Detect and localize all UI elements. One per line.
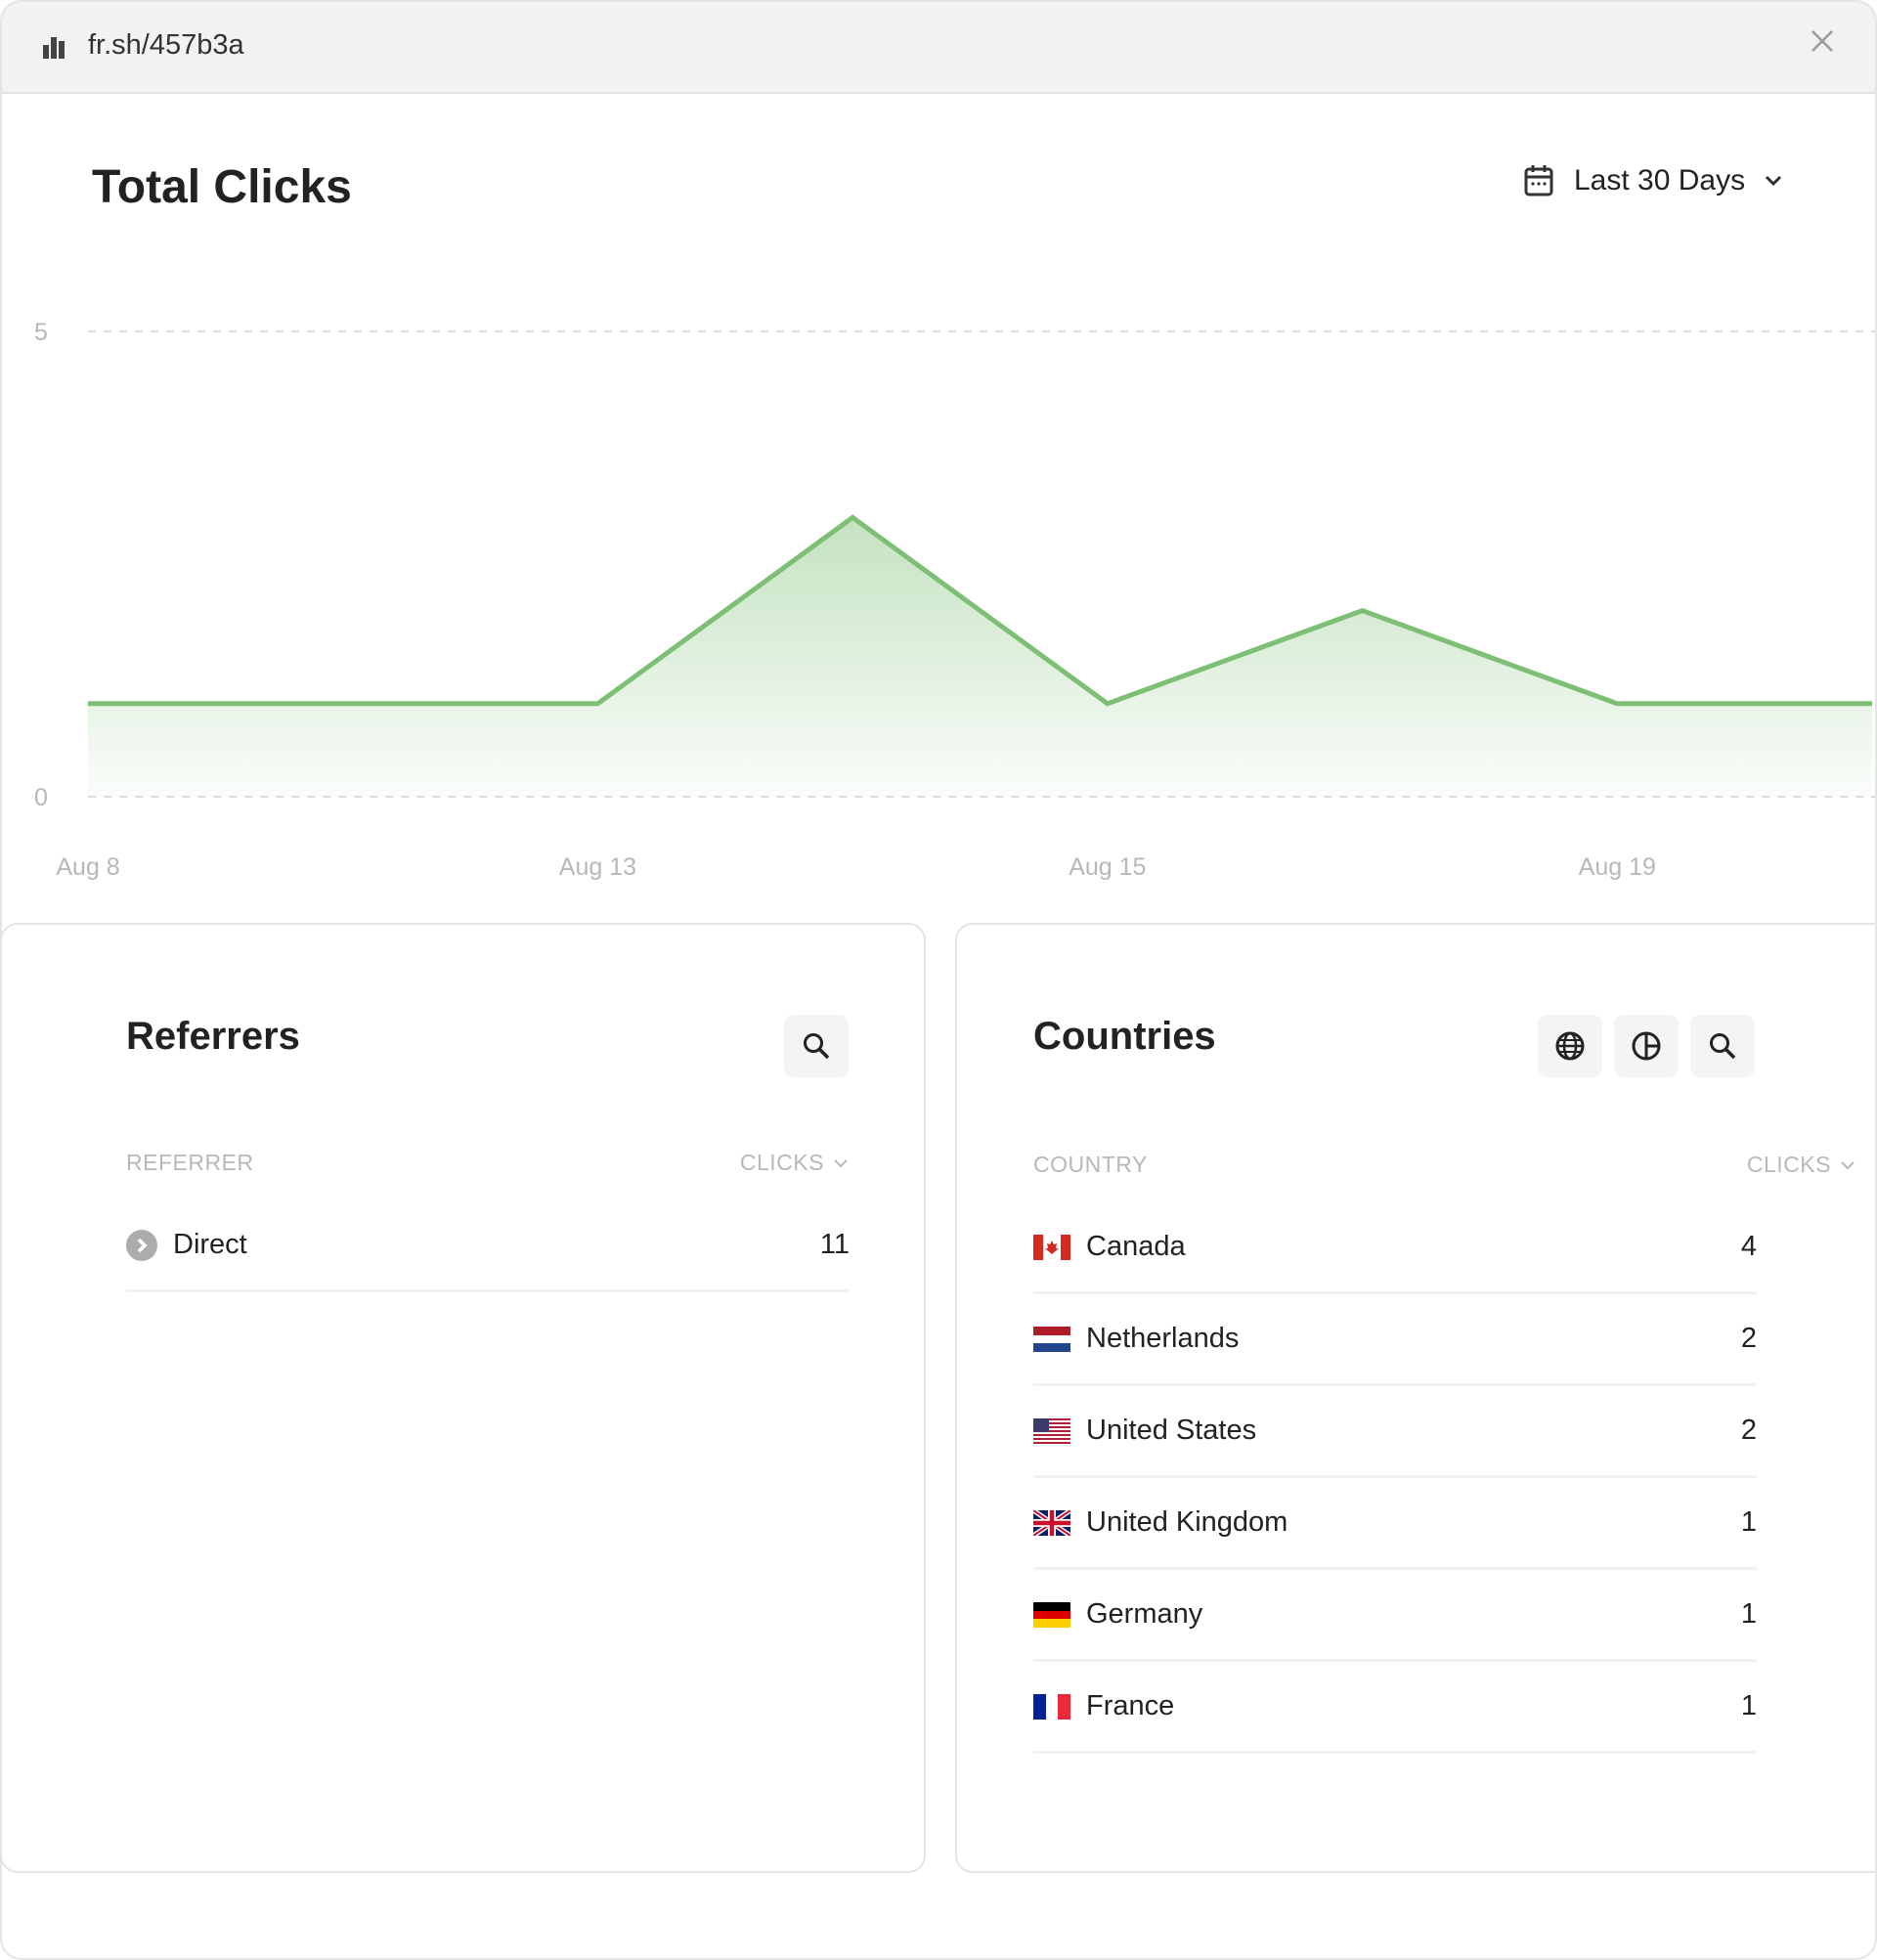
y-tick-label: 0 xyxy=(34,784,48,811)
flag-fr-icon xyxy=(1033,1693,1070,1720)
flag-gb-icon xyxy=(1033,1509,1070,1536)
total-clicks-chart: 5 0 Aug 8 Aug 13 Aug 15 Aug 19 xyxy=(34,319,1875,881)
country-name: Germany xyxy=(1086,1598,1203,1630)
country-row[interactable]: Canada 4 xyxy=(1033,1202,1757,1294)
referrers-search-button[interactable] xyxy=(784,1015,849,1077)
countries-title: Countries xyxy=(1033,1015,1216,1058)
country-clicks: 1 xyxy=(1740,1690,1757,1721)
country-row[interactable]: Germany 1 xyxy=(1033,1570,1757,1662)
close-icon[interactable] xyxy=(1809,27,1836,55)
area-fill xyxy=(88,517,1872,797)
bar-chart-icon xyxy=(43,37,65,59)
clicks-sort-header[interactable]: CLICKS xyxy=(740,1150,848,1176)
date-range-label: Last 30 Days xyxy=(1574,164,1746,196)
clicks-column-label: CLICKS xyxy=(1746,1152,1831,1177)
country-clicks: 2 xyxy=(1740,1323,1757,1354)
chevron-down-icon xyxy=(834,1158,848,1167)
referrer-row[interactable]: Direct 11 xyxy=(126,1200,850,1292)
referrers-panel: Referrers REFERRER CLICKS Direct 11 xyxy=(2,923,926,1873)
referrer-column-header: REFERRER xyxy=(126,1150,254,1175)
search-icon xyxy=(1710,1033,1736,1060)
clicks-sort-header[interactable]: CLICKS xyxy=(1747,1152,1855,1178)
countries-search-button[interactable] xyxy=(1690,1015,1755,1077)
title-bar: fr.sh/457b3a xyxy=(2,2,1875,94)
analytics-window: fr.sh/457b3a Total Clicks Last 30 Days 5… xyxy=(0,0,1877,1960)
country-name: Canada xyxy=(1086,1231,1186,1262)
country-column-header: COUNTRY xyxy=(1033,1152,1148,1177)
country-name: United States xyxy=(1086,1415,1257,1446)
short-url: fr.sh/457b3a xyxy=(88,29,244,61)
flag-us-icon xyxy=(1033,1417,1070,1444)
country-name: United Kingdom xyxy=(1086,1506,1288,1538)
search-icon xyxy=(804,1033,830,1060)
chevron-right-circle-icon xyxy=(126,1229,157,1261)
page-title: Total Clicks xyxy=(92,161,352,213)
map-view-button[interactable] xyxy=(1538,1015,1602,1077)
referrers-title: Referrers xyxy=(126,1015,300,1058)
x-tick-label: Aug 8 xyxy=(56,853,119,881)
referrer-clicks: 11 xyxy=(819,1229,850,1260)
x-tick-label: Aug 15 xyxy=(1069,853,1146,881)
x-tick-label: Aug 19 xyxy=(1579,853,1656,881)
flag-nl-icon xyxy=(1033,1326,1070,1352)
chevron-down-icon xyxy=(1766,175,1782,187)
pie-chart-icon xyxy=(1632,1031,1661,1061)
country-row[interactable]: United States 2 xyxy=(1033,1386,1757,1478)
country-row[interactable]: United Kingdom 1 xyxy=(1033,1478,1757,1570)
countries-panel: Countries COUNTRY CLICKS Canada 4 Netherla… xyxy=(955,923,1875,1873)
country-clicks: 1 xyxy=(1740,1598,1757,1630)
date-range-dropdown[interactable]: Last 30 Days xyxy=(1523,164,1782,197)
country-clicks: 1 xyxy=(1740,1506,1757,1538)
globe-icon xyxy=(1555,1031,1585,1061)
country-clicks: 4 xyxy=(1740,1231,1757,1262)
chevron-down-icon xyxy=(1841,1160,1855,1169)
x-tick-label: Aug 13 xyxy=(559,853,636,881)
referrer-name: Direct xyxy=(173,1229,247,1260)
country-row[interactable]: France 1 xyxy=(1033,1662,1757,1754)
calendar-icon xyxy=(1524,165,1553,196)
clicks-column-label: CLICKS xyxy=(739,1150,824,1175)
flag-ca-icon xyxy=(1033,1234,1070,1260)
country-row[interactable]: Netherlands 2 xyxy=(1033,1294,1757,1386)
country-name: France xyxy=(1086,1690,1175,1721)
pie-chart-view-button[interactable] xyxy=(1614,1015,1679,1077)
flag-de-icon xyxy=(1033,1601,1070,1628)
country-name: Netherlands xyxy=(1086,1323,1240,1354)
y-tick-label: 5 xyxy=(34,319,48,346)
country-clicks: 2 xyxy=(1740,1415,1757,1446)
